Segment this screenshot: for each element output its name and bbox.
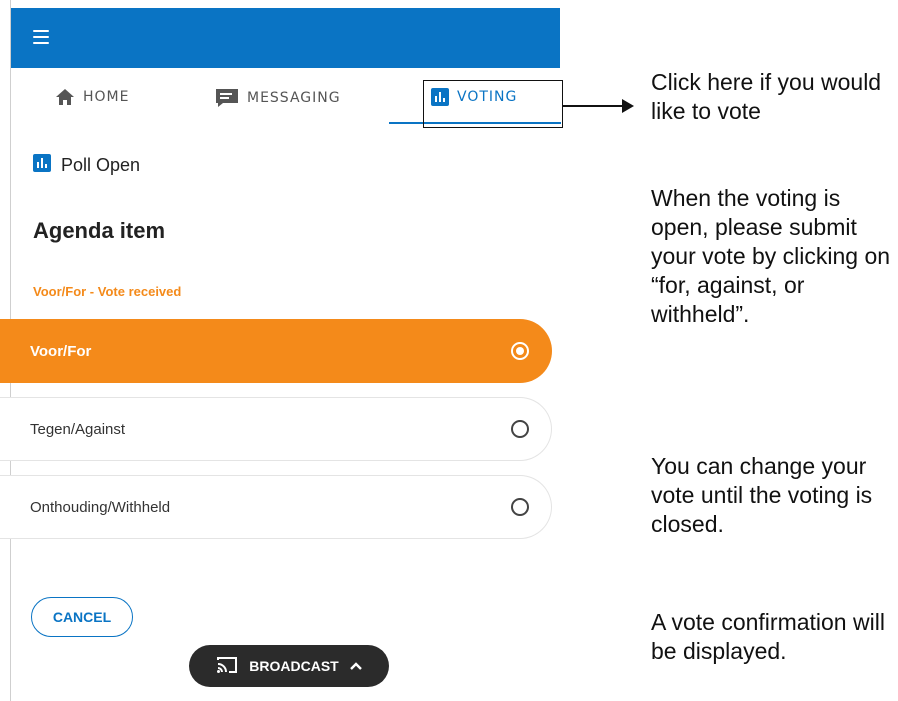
top-app-bar [11, 8, 560, 68]
option-withheld[interactable]: Onthouding/Withheld [0, 475, 552, 539]
poll-status-label: Poll Open [61, 155, 141, 175]
option-withheld-radio[interactable] [511, 498, 529, 516]
nav-tabs: HOME MESSAGING VOTING [11, 68, 563, 128]
callout-arrow-head [622, 99, 634, 113]
tab-messaging-label: MESSAGING [247, 90, 341, 106]
option-for-label: Voor/For [30, 343, 92, 360]
chat-icon [215, 88, 239, 108]
tab-messaging[interactable]: MESSAGING [215, 88, 341, 108]
poll-status-icon [33, 154, 51, 177]
broadcast-button[interactable]: BROADCAST [189, 645, 389, 687]
option-against-radio[interactable] [511, 420, 529, 438]
menu-icon[interactable] [33, 30, 49, 44]
cast-icon [215, 655, 239, 678]
voting-app-panel: HOME MESSAGING VOTING Poll Open Agenda i… [0, 0, 563, 701]
option-withheld-label: Onthouding/Withheld [30, 499, 171, 516]
broadcast-label: BROADCAST [249, 658, 339, 674]
option-for-radio[interactable] [511, 342, 529, 360]
agenda-item-title: Agenda item [33, 218, 166, 243]
option-against-label: Tegen/Against [30, 421, 126, 438]
tab-home[interactable]: HOME [55, 88, 129, 106]
note-when-open: When the voting is open, please submit y… [651, 185, 891, 327]
option-against[interactable]: Tegen/Against [0, 397, 552, 461]
note-confirmation: A vote confirmation will be displayed. [651, 609, 885, 664]
note-click-here: Click here if you would like to vote [651, 69, 882, 124]
tab-home-label: HOME [83, 89, 130, 105]
chevron-up-icon [349, 658, 363, 674]
callout-arrow-line [562, 105, 624, 107]
home-icon [55, 88, 75, 106]
poll-status: Poll Open [33, 154, 140, 177]
vote-status-text: Voor/For - Vote received [33, 284, 182, 299]
option-for[interactable]: Voor/For [0, 319, 552, 383]
voting-tab-highlight-box [423, 80, 563, 128]
note-change-vote: You can change your vote until the votin… [651, 453, 873, 537]
cancel-button[interactable]: CANCEL [31, 597, 133, 637]
